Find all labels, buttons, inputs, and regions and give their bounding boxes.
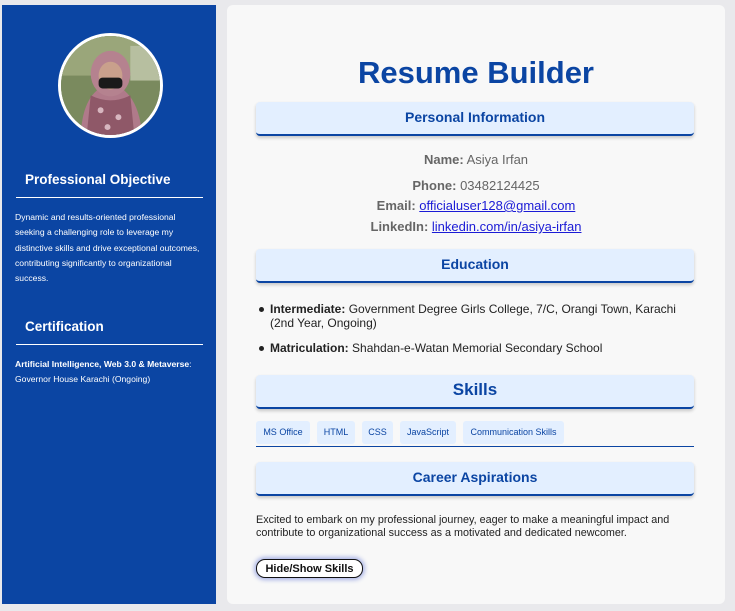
sidebar: Professional Objective Dynamic and resul… [2, 5, 216, 604]
email-link[interactable]: officialuser128@gmail.com [419, 198, 575, 213]
objective-heading: Professional Objective [25, 172, 171, 187]
certification-heading: Certification [25, 319, 104, 334]
phone-label: Phone: [412, 178, 457, 193]
skill-chip: MS Office [256, 421, 310, 444]
education-item: Matriculation: Shahdan-e-Watan Memorial … [259, 341, 690, 355]
education-level: Matriculation: [270, 341, 349, 355]
education-heading: Education [256, 249, 694, 283]
personal-info-heading: Personal Information [256, 102, 694, 136]
name-value: Asiya Irfan [466, 152, 529, 167]
certification-item: Artificial Intelligence, Web 3.0 & Metav… [15, 357, 201, 388]
email-line: Email: officialuser128@gmail.com [227, 198, 725, 213]
education-item: Intermediate: Government Degree Girls Co… [259, 302, 690, 330]
linkedin-label: LinkedIn: [370, 219, 429, 234]
education-detail: Shahdan-e-Watan Memorial Secondary Schoo… [352, 341, 603, 355]
objective-divider [16, 197, 203, 198]
education-list: Intermediate: Government Degree Girls Co… [259, 302, 690, 366]
skill-chip: HTML [317, 421, 355, 444]
skills-heading: Skills [256, 375, 694, 409]
main-content: Resume Builder Personal Information Name… [227, 5, 725, 604]
profile-photo [58, 33, 163, 138]
certification-divider [16, 344, 203, 345]
skills-list: MS Office HTML CSS JavaScript Communicat… [256, 421, 694, 447]
career-heading: Career Aspirations [256, 462, 694, 496]
phone-value: 03482124425 [460, 178, 540, 193]
name-line: Name: Asiya Irfan [227, 152, 725, 167]
email-label: Email: [376, 198, 416, 213]
linkedin-line: LinkedIn: linkedin.com/in/asiya-irfan [227, 219, 725, 234]
career-text: Excited to embark on my professional jou… [256, 514, 670, 539]
name-label: Name: [423, 152, 464, 167]
linkedin-link[interactable]: linkedin.com/in/asiya-irfan [432, 219, 582, 234]
toggle-skills-button[interactable]: Hide/Show Skills [256, 559, 363, 578]
profile-photo-image [61, 36, 160, 135]
page-title: Resume Builder [357, 55, 594, 90]
skill-chip: Communication Skills [463, 421, 564, 444]
skill-chip: CSS [362, 421, 393, 444]
certification-name: Artificial Intelligence, Web 3.0 & Metav… [15, 359, 190, 369]
objective-text: Dynamic and results-oriented professiona… [15, 212, 200, 284]
phone-line: Phone: 03482124425 [227, 178, 725, 193]
education-level: Intermediate: [270, 302, 346, 316]
skill-chip: JavaScript [400, 421, 456, 444]
